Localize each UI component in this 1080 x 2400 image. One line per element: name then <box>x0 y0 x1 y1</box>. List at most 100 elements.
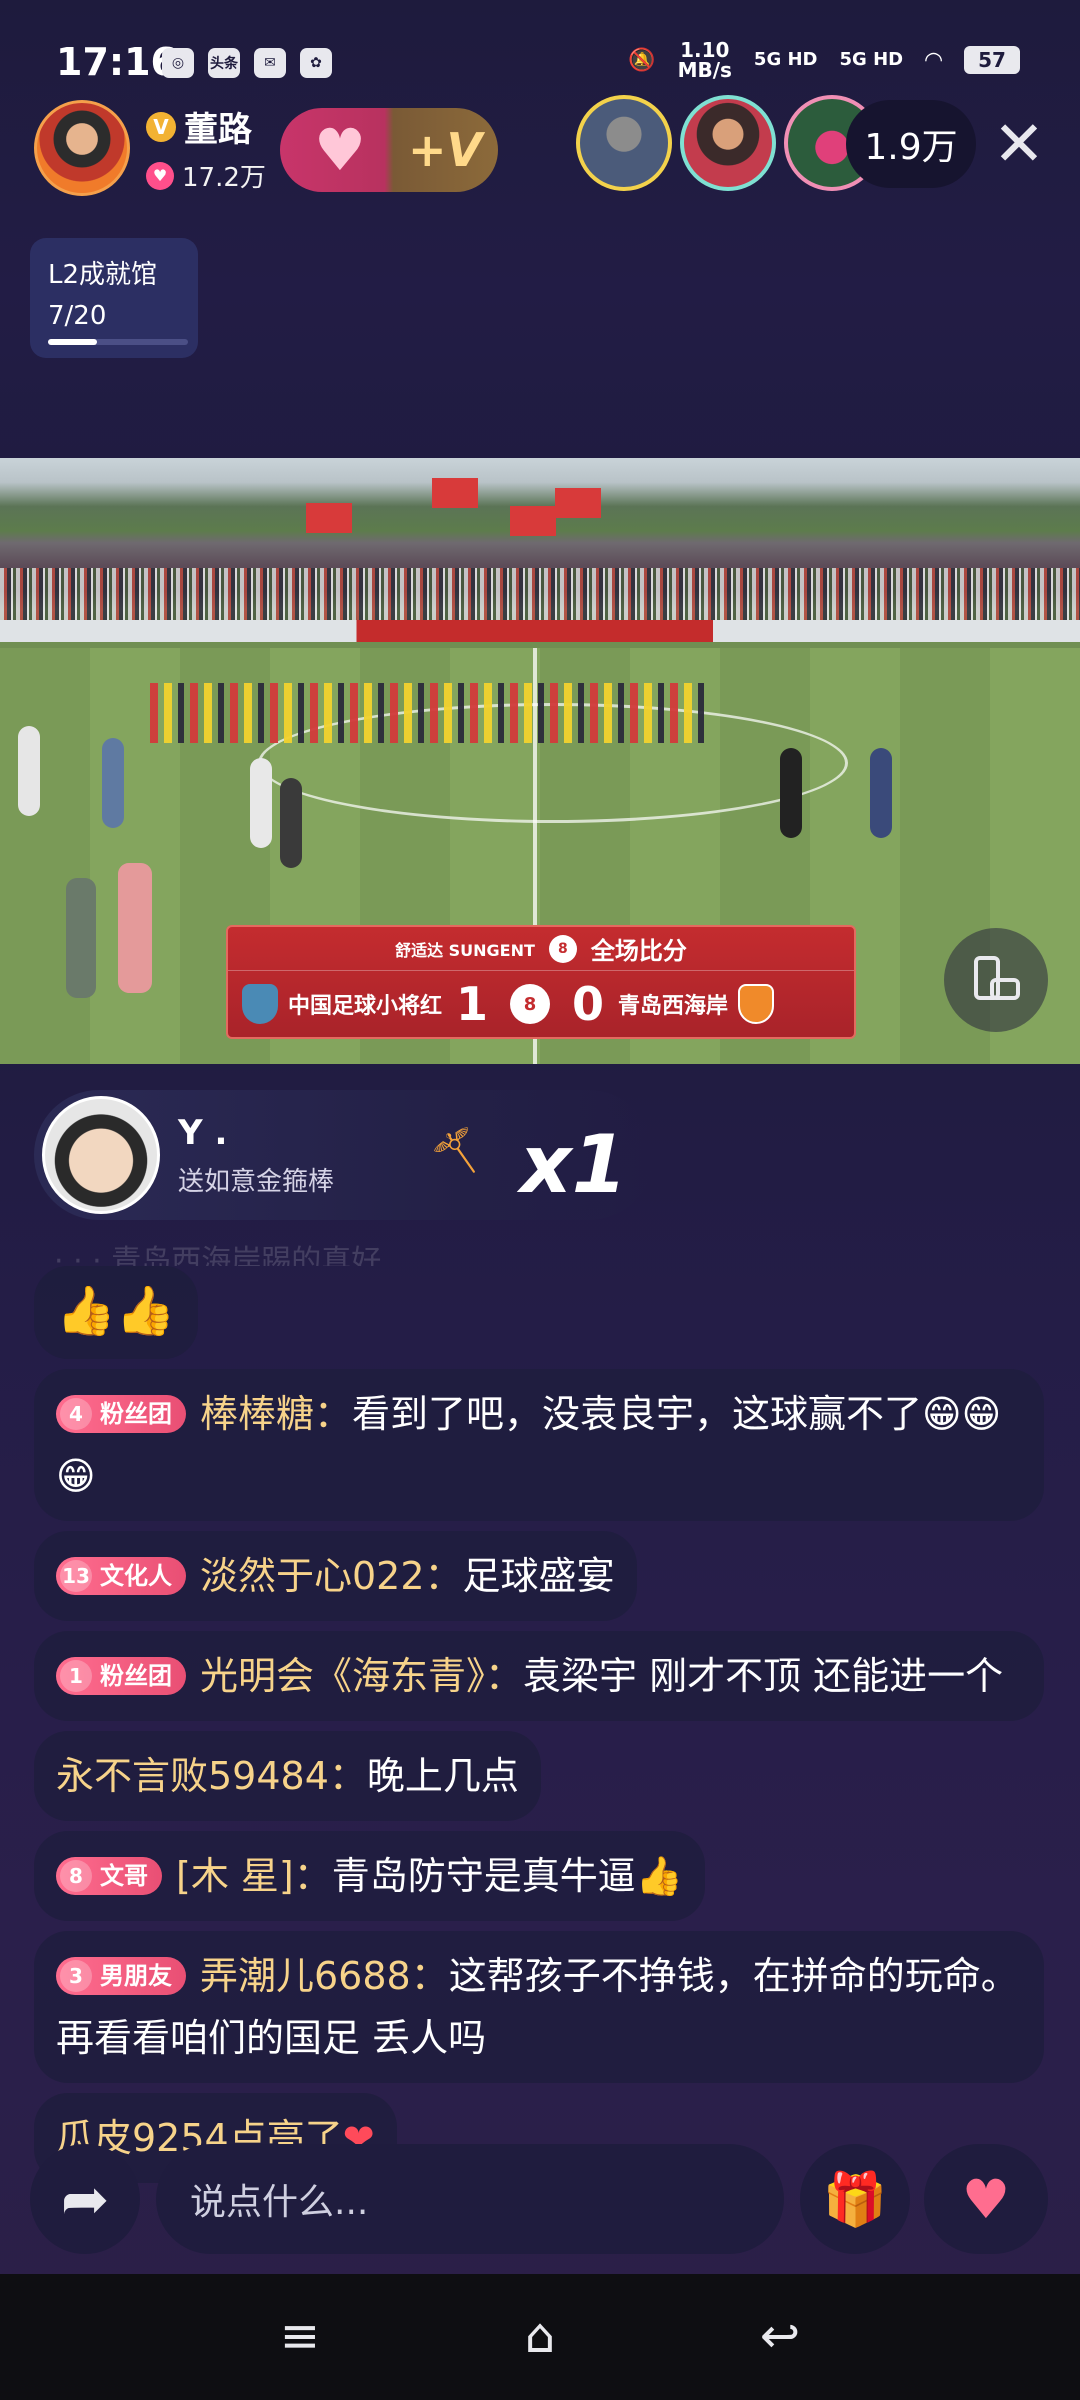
chat-username[interactable]: [木 星]： <box>176 1854 332 1898</box>
players-lineup <box>150 683 710 743</box>
comment-input[interactable]: 说点什么... <box>156 2144 784 2254</box>
home-score: 1 <box>456 977 489 1031</box>
fan-badge: 4 粉丝团 <box>56 1395 186 1433</box>
scoreboard-title: 全场比分 <box>590 937 687 965</box>
back-icon[interactable]: ↩ <box>740 2304 820 2368</box>
close-icon[interactable]: ✕ <box>984 107 1054 180</box>
follow-v-label: +V <box>408 123 483 177</box>
heart-plus-icon: ♥ <box>961 2167 1011 2231</box>
chat-message[interactable]: 13 文化人 淡然于心022：足球盛宴 <box>34 1531 637 1621</box>
bottom-action-bar: ➦ 说点什么... 🎁 ♥ <box>30 2144 1050 2254</box>
chat-username[interactable]: 淡然于心022： <box>200 1554 463 1598</box>
viewer-count[interactable]: 1.9万 <box>846 100 976 188</box>
status-app-icons: ◎ 头条 ✉ ✿ <box>162 48 332 78</box>
fan-badge: 3 男朋友 <box>56 1957 186 1995</box>
chat-username[interactable]: 永不言败59484： <box>56 1754 367 1798</box>
away-team-crest-icon <box>738 984 775 1024</box>
gift-button[interactable]: 🎁 <box>800 2144 910 2254</box>
gift-sender-avatar[interactable] <box>42 1096 160 1214</box>
paw-icon: ✿ <box>300 48 332 78</box>
mute-icon: 🔕 <box>628 47 656 73</box>
gift-count: x1 <box>520 1118 628 1211</box>
share-button[interactable]: ➦ <box>30 2144 140 2254</box>
home-team-name: 中国足球小将红 <box>288 994 443 1019</box>
chat-message[interactable]: 3 男朋友 弄潮儿6688：这帮孩子不挣钱，在拼命的玩命。再看看咱们的国足 丢人吗 <box>34 1931 1044 2083</box>
flag <box>306 503 352 533</box>
ad-banner <box>0 620 1080 642</box>
host-profile[interactable]: V 董路 ♥ 17.2万 <box>34 100 266 196</box>
heart-icon: ♥ <box>146 161 174 190</box>
achievement-progress-bar <box>48 339 188 345</box>
gift-sender-name: Y . <box>178 1112 228 1153</box>
golden-staff-gift-icon: ⚚ <box>417 1108 507 1202</box>
wifi-icon: ◠ <box>925 47 942 73</box>
rotate-screen-button[interactable] <box>944 928 1048 1032</box>
gift-description: 送如意金箍棒 <box>178 1166 335 1197</box>
flag <box>510 506 556 536</box>
chat-message[interactable]: 永不言败59484：晚上几点 <box>34 1731 541 1821</box>
chat-username[interactable]: 光明会《海东青》： <box>200 1654 523 1698</box>
person <box>780 748 802 838</box>
message-text: 足球盛宴 <box>462 1554 615 1598</box>
home-team-crest-icon <box>242 984 278 1024</box>
message-icon: ✉ <box>254 48 286 78</box>
gift-banner: Y . 送如意金箍棒 ⚚ x1 <box>34 1090 654 1220</box>
chat-list[interactable]: · · · 青岛西海岸踢的真好 👍👍 4 粉丝团 棒棒糖：看到了吧，没袁良宇，这球赢… <box>34 1236 1046 2193</box>
verified-v-icon: V <box>146 111 176 142</box>
host-likes: 17.2万 <box>182 163 266 193</box>
fan-badge: 8 文哥 <box>56 1857 162 1895</box>
notification-app-icon: ◎ <box>162 48 194 78</box>
gift-box-icon: 🎁 <box>822 2169 888 2230</box>
person <box>118 863 152 993</box>
person <box>870 748 892 838</box>
message-text: 袁梁宇 刚才不顶 还能进一个 <box>523 1654 1004 1698</box>
away-team-name: 青岛西海岸 <box>618 994 729 1019</box>
chat-message[interactable]: 1 粉丝团 光明会《海东青》：袁梁宇 刚才不顶 还能进一个 <box>34 1631 1044 1721</box>
league-logo-icon: 8 <box>548 934 577 963</box>
chat-message[interactable]: 👍👍 <box>34 1266 198 1359</box>
flag <box>432 478 478 508</box>
signal-1: 5G HD <box>753 49 818 70</box>
achievement-card[interactable]: L2成就馆 7/20 <box>30 238 198 358</box>
chat-username[interactable]: 弄潮儿6688： <box>200 1954 449 1998</box>
share-arrow-icon: ➦ <box>60 2165 110 2233</box>
scoreboard: 舒适达 SUNGENT 8 全场比分 中国足球小将红 1 8 0 青岛西海岸 <box>226 925 856 1039</box>
person <box>18 726 40 816</box>
menu-icon[interactable]: ≡ <box>260 2304 340 2368</box>
host-avatar[interactable] <box>34 100 130 196</box>
viewer-avatar[interactable] <box>576 95 672 191</box>
home-icon[interactable]: ⌂ <box>500 2304 580 2368</box>
flag <box>555 488 601 518</box>
status-bar: 17:16 ◎ 头条 ✉ ✿ 🔕 1.10 MB/s 5G HD 5G HD ◠… <box>0 0 1080 110</box>
host-name: 董路 <box>184 110 252 150</box>
viewer-avatar[interactable] <box>680 95 776 191</box>
heart-plus-icon: ♥ <box>314 116 366 184</box>
message-text: 看到了吧，没袁良宇，这球赢不了😁😁😁 <box>56 1392 1002 1498</box>
message-text: 👍👍 <box>56 1283 176 1339</box>
top-viewers[interactable] <box>576 95 888 191</box>
rotate-screen-icon <box>974 956 1020 1000</box>
fan-badge: 13 文化人 <box>56 1557 186 1595</box>
chat-username[interactable]: 棒棒糖： <box>200 1392 352 1436</box>
person <box>280 778 302 868</box>
status-time: 17:16 <box>56 40 177 84</box>
status-right: 🔕 1.10 MB/s 5G HD 5G HD ◠ 57 <box>628 40 1020 80</box>
system-nav-bar: ≡ ⌂ ↩ <box>0 2274 1080 2400</box>
like-button[interactable]: ♥ <box>924 2144 1048 2254</box>
league-logo-icon: 8 <box>510 984 551 1024</box>
person <box>102 738 124 828</box>
achievement-progress: 7/20 <box>48 301 107 331</box>
host-info: V 董路 ♥ 17.2万 <box>146 102 266 194</box>
message-text: 青岛防守是真牛逼👍 <box>331 1854 684 1898</box>
away-score: 0 <box>572 977 605 1031</box>
chat-message[interactable]: 8 文哥 [木 星]：青岛防守是真牛逼👍 <box>34 1831 706 1921</box>
toutiao-icon: 头条 <box>208 48 240 78</box>
follow-button[interactable]: ♥ +V <box>280 108 498 192</box>
person <box>66 878 96 998</box>
chat-message[interactable]: 4 粉丝团 棒棒糖：看到了吧，没袁良宇，这球赢不了😁😁😁 <box>34 1369 1044 1521</box>
fan-badge: 1 粉丝团 <box>56 1657 186 1695</box>
sponsor-logo: 舒适达 SUNGENT <box>395 940 535 960</box>
achievement-title: L2成就馆 <box>48 260 158 290</box>
battery-icon: 57 <box>964 46 1020 74</box>
faded-chat-line: · · · 青岛西海岸踢的真好 <box>54 1244 382 1266</box>
